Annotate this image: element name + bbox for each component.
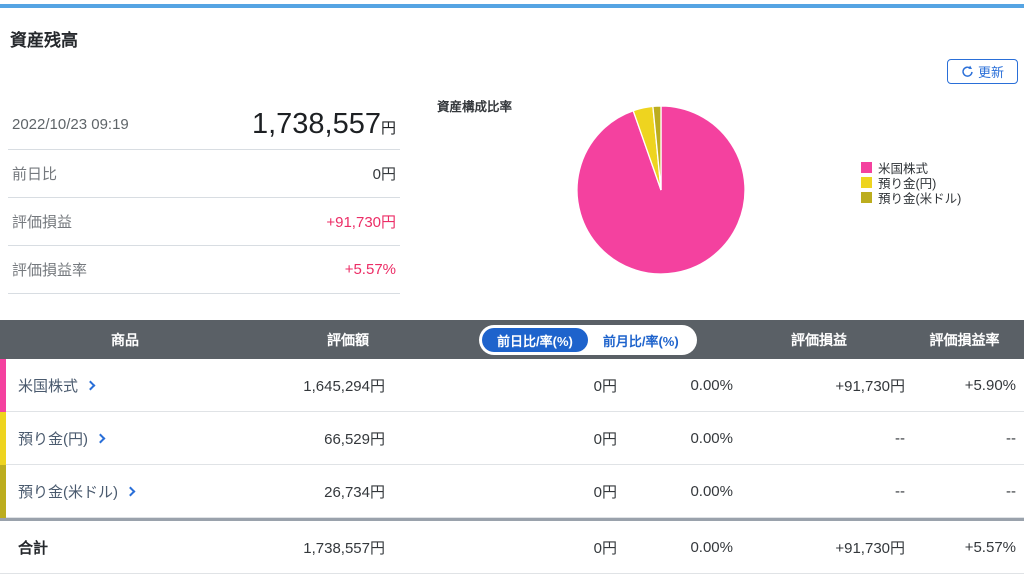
table-row-us-stocks: 米国株式 1,645,294円 0円 0.00% +91,730円 +5.90% xyxy=(0,359,1024,412)
row-color-strip xyxy=(0,359,6,412)
toggle-month-change[interactable]: 前月比/率(%) xyxy=(588,328,694,352)
header-product: 商品 xyxy=(0,330,250,350)
refresh-button[interactable]: 更新 xyxy=(947,59,1018,84)
timestamp: 2022/10/23 09:19 xyxy=(12,116,129,133)
legend-swatch xyxy=(861,192,872,203)
summary-label: 評価損益率 xyxy=(12,259,87,280)
summary-panel: 2022/10/23 09:19 1,738,557円 前日比 0円 評価損益 … xyxy=(8,100,400,294)
pl-rate-cell: +5.57% xyxy=(905,539,1024,556)
pl-cell: -- xyxy=(733,430,905,447)
pl-cell: +91,730円 xyxy=(733,375,905,396)
day-change-rate-cell: 0.00% xyxy=(617,430,733,447)
chevron-right-icon xyxy=(126,487,136,497)
pie-chart-title: 資産構成比率 xyxy=(437,96,512,115)
pl-rate-cell: -- xyxy=(905,430,1024,447)
toggle-day-change[interactable]: 前日比/率(%) xyxy=(482,328,588,352)
page-title: 資産残高 xyxy=(10,26,78,51)
summary-row-day-change: 前日比 0円 xyxy=(8,150,400,198)
summary-row-pl: 評価損益 +91,730円 xyxy=(8,198,400,246)
pie-chart xyxy=(575,104,747,276)
asset-table: 商品 評価額 評価損益 評価損益率 前日比/率(%) 前月比/率(%) 米国株式… xyxy=(0,320,1024,574)
summary-row-pl-rate: 評価損益率 +5.57% xyxy=(8,246,400,294)
row-color-strip xyxy=(0,465,6,518)
row-color-strip xyxy=(0,412,6,465)
pl-rate-cell: +5.90% xyxy=(905,377,1024,394)
chevron-right-icon xyxy=(96,434,106,444)
pl-rate-cell: -- xyxy=(905,483,1024,500)
currency-unit: 円 xyxy=(381,120,396,137)
day-change-rate-cell: 0.00% xyxy=(617,377,733,394)
product-link[interactable]: 米国株式 xyxy=(0,375,250,396)
table-row-total: 合計 1,738,557円 0円 0.00% +91,730円 +5.57% xyxy=(0,521,1024,574)
legend-swatch xyxy=(861,162,872,173)
table-row-deposit-jpy: 預り金(円) 66,529円 0円 0.00% -- -- xyxy=(0,412,1024,465)
header-pl-rate: 評価損益率 xyxy=(905,330,1024,350)
top-accent-line xyxy=(0,4,1024,8)
day-change-cell: 0円 xyxy=(385,481,617,502)
valuation-cell: 1,738,557円 xyxy=(250,537,385,558)
header-pl: 評価損益 xyxy=(733,330,905,350)
asset-composition-pie xyxy=(575,104,747,276)
summary-label: 評価損益 xyxy=(12,211,72,232)
product-link[interactable]: 預り金(円) xyxy=(0,428,250,449)
day-change-rate-cell: 0.00% xyxy=(617,539,733,556)
table-header: 商品 評価額 評価損益 評価損益率 前日比/率(%) 前月比/率(%) xyxy=(0,320,1024,359)
legend-label: 預り金(米ドル) xyxy=(878,188,961,207)
valuation-cell: 66,529円 xyxy=(250,428,385,449)
day-change-cell: 0円 xyxy=(385,428,617,449)
summary-total-row: 2022/10/23 09:19 1,738,557円 xyxy=(8,100,400,150)
legend-swatch xyxy=(861,177,872,188)
table-row-deposit-usd: 預り金(米ドル) 26,734円 0円 0.00% -- -- xyxy=(0,465,1024,518)
day-change-rate-cell: 0.00% xyxy=(617,483,733,500)
summary-value: +91,730円 xyxy=(326,211,396,232)
pie-legend: 米国株式 預り金(円) 預り金(米ドル) xyxy=(861,160,961,205)
valuation-cell: 1,645,294円 xyxy=(250,375,385,396)
refresh-icon xyxy=(961,65,974,78)
summary-value: +5.57% xyxy=(345,261,396,278)
period-toggle: 前日比/率(%) 前月比/率(%) xyxy=(479,325,697,355)
summary-label: 前日比 xyxy=(12,163,57,184)
header-valuation: 評価額 xyxy=(250,330,385,350)
chevron-right-icon xyxy=(86,381,96,391)
day-change-cell: 0円 xyxy=(385,375,617,396)
total-label: 合計 xyxy=(0,537,250,558)
valuation-cell: 26,734円 xyxy=(250,481,385,502)
pl-cell: +91,730円 xyxy=(733,537,905,558)
refresh-label: 更新 xyxy=(978,62,1004,81)
day-change-cell: 0円 xyxy=(385,537,617,558)
pl-cell: -- xyxy=(733,483,905,500)
summary-value: 0円 xyxy=(373,163,396,184)
legend-item-deposit-usd: 預り金(米ドル) xyxy=(861,190,961,205)
total-asset-value: 1,738,557円 xyxy=(252,108,396,141)
product-link[interactable]: 預り金(米ドル) xyxy=(0,481,250,502)
